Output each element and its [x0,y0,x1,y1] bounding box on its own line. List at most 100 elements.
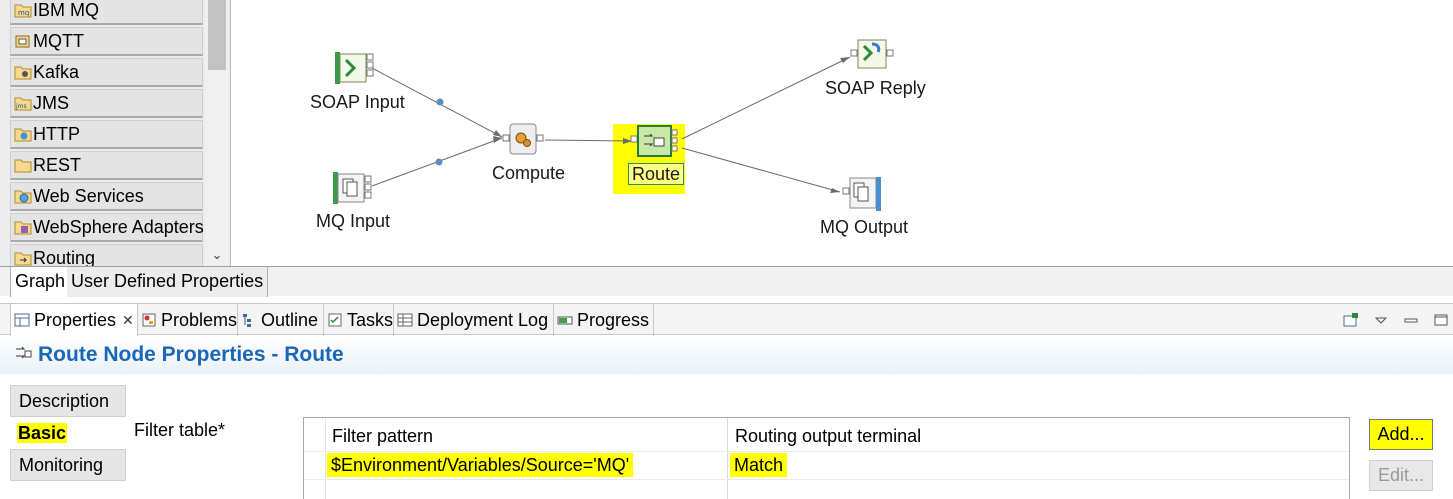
compute-label: Compute [492,163,566,183]
tab-user-defined-properties[interactable]: User Defined Properties [67,267,269,297]
scroll-down-icon[interactable]: ⌄ [209,248,225,262]
palette-item-http[interactable]: HTTP [10,120,203,149]
tab-progress[interactable]: Progress [554,304,654,336]
progress-icon [557,312,573,328]
properties-title: Route Node Properties - Route [38,343,344,366]
compute-gear-icon [502,123,544,155]
section-monitoring[interactable]: Monitoring [10,449,126,481]
palette-item-web-services[interactable]: Web Services [10,182,203,211]
jms-folder-icon: jms [14,94,32,112]
mqtt-icon [14,32,32,50]
palette-scroll-thumb[interactable] [208,0,226,70]
palette-item-label: REST [33,154,82,175]
palette-item-label: MQTT [33,30,84,51]
tab-outline[interactable]: Outline [238,304,324,336]
palette-item-routing[interactable]: Routing [10,244,203,268]
palette-item-mqtt[interactable]: MQTT [10,27,203,56]
view-toolbar [1343,310,1453,330]
view-tabs: Properties ✕ Problems Outline Tasks Depl… [0,303,1453,336]
properties-header: Route Node Properties - Route [0,336,1453,374]
mq-output-icon [842,177,881,211]
palette-item-label: IBM MQ [33,0,99,20]
tab-properties[interactable]: Properties ✕ [10,304,138,336]
mq-input-node[interactable] [332,170,372,210]
ibm-integration-toolkit-window: mq IBM MQ MQTT Kafka jms JMS HTTP REST W… [0,0,1453,499]
property-sections: Description Basic Monitoring [10,385,126,499]
mq-folder-icon: mq [14,1,32,19]
palette-item-label: Web Services [33,185,144,206]
tab-label: Progress [577,309,650,330]
http-folder-icon [14,125,32,143]
filter-table-label: Filter table* [134,420,226,440]
add-button[interactable]: Add... [1369,419,1433,450]
svg-text:mq: mq [18,9,29,17]
palette-item-rest[interactable]: REST [10,151,203,180]
rest-folder-icon [14,156,32,174]
route-label: Route [628,163,685,185]
tab-label: Tasks [347,309,394,330]
connection-bendpoint [435,158,443,166]
palette-item-label: Routing [33,247,96,268]
soap-reply-icon [850,39,894,69]
tab-label: Problems [161,309,238,330]
palette-item-ibm-mq[interactable]: mq IBM MQ [10,0,203,25]
soap-reply-label: SOAP Reply [825,78,926,98]
mq-input-label: MQ Input [316,211,391,231]
tab-deployment-log[interactable]: Deployment Log [394,304,554,336]
mq-output-label: MQ Output [820,217,909,237]
table-cell-routing-output-terminal[interactable]: Match [730,453,788,477]
connection-compute-route [544,139,633,142]
editor-tabs: Graph User Defined Properties [0,266,1453,297]
node-palette: mq IBM MQ MQTT Kafka jms JMS HTTP REST W… [0,0,231,268]
deployment-log-icon [397,312,413,328]
palette-item-kafka[interactable]: Kafka [10,58,203,87]
tab-label: Properties [34,309,117,330]
view-menu-icon[interactable] [1373,312,1389,328]
soap-reply-node[interactable] [850,38,894,78]
column-header-filter-pattern[interactable]: Filter pattern [332,426,433,447]
compute-node[interactable] [502,122,544,162]
outline-icon [241,312,257,328]
mq-input-icon [333,172,372,204]
connection-bendpoint [436,98,444,106]
kafka-icon [14,63,32,81]
mq-output-node[interactable] [842,176,882,216]
open-view-icon[interactable] [1343,312,1359,328]
section-basic[interactable]: Basic [10,417,126,449]
palette-item-label: HTTP [33,123,80,144]
route-icon [630,125,678,157]
palette-item-label: WebSphere Adapters [33,216,204,237]
tab-graph[interactable]: Graph [10,267,71,297]
tab-label: Outline [261,309,319,330]
palette-scrollbar[interactable]: ⌄ [205,0,229,268]
connection-route-mq-output [681,147,841,193]
table-cell-filter-pattern[interactable]: $Environment/Variables/Source='MQ' [327,453,634,477]
tasks-icon [327,312,343,328]
web-services-icon [14,187,32,205]
properties-icon [14,312,30,328]
svg-text:jms: jms [15,103,27,110]
palette-item-label: Kafka [33,61,80,82]
edit-button[interactable]: Edit... [1369,460,1433,491]
message-flow-canvas[interactable]: SOAP Input MQ Input Compute Route SOAP R… [232,0,1453,266]
palette-item-websphere-adapters[interactable]: WebSphere Adapters [10,213,204,242]
palette-item-jms[interactable]: jms JMS [10,89,203,118]
tab-label: Deployment Log [417,309,549,330]
routing-icon [14,249,32,267]
problems-icon [141,312,157,328]
minimize-icon[interactable] [1403,312,1419,328]
section-description[interactable]: Description [10,385,126,417]
route-node[interactable] [630,124,678,164]
soap-input-label: SOAP Input [310,92,405,112]
close-icon[interactable]: ✕ [122,312,134,329]
column-header-routing-output-terminal[interactable]: Routing output terminal [735,426,921,447]
filter-table[interactable]: Filter pattern Routing output terminal $… [303,417,1350,499]
tab-tasks[interactable]: Tasks [324,304,394,336]
palette-item-label: JMS [33,92,69,113]
tab-problems[interactable]: Problems [138,304,238,336]
soap-input-node[interactable] [334,50,374,90]
websphere-adapters-icon [14,218,32,236]
maximize-icon[interactable] [1433,312,1449,328]
route-node-small-icon [14,344,32,367]
section-basic-label: Basic [17,423,68,443]
